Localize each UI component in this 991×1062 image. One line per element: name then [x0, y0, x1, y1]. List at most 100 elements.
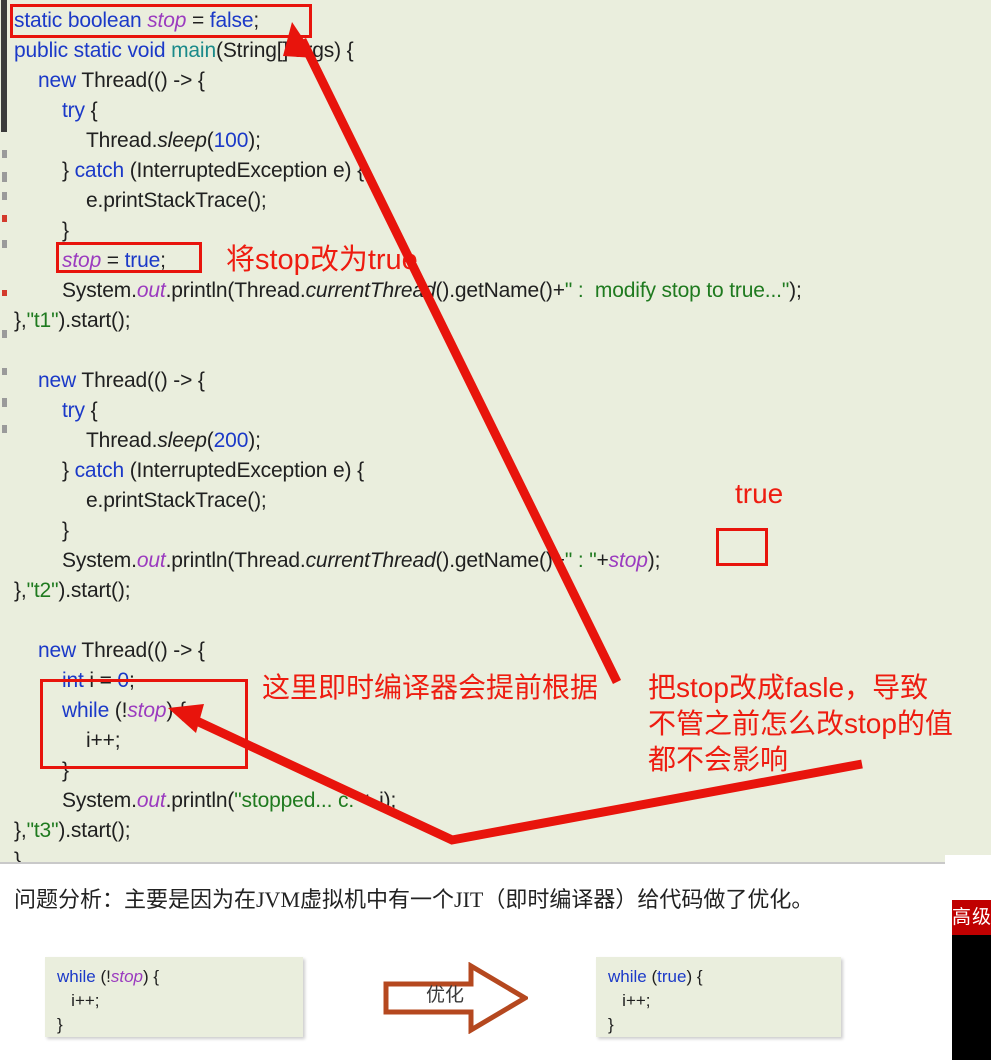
code-token: = — [186, 9, 210, 32]
minicode-before-optimization: while (!stop) { i++; } — [45, 957, 303, 1037]
code-token: { — [90, 99, 98, 122]
code-token: + i); — [361, 789, 397, 812]
code-token: out — [136, 279, 166, 302]
code-token: sleep — [157, 129, 207, 152]
code-line: stop = true; — [14, 246, 984, 276]
code-token: 100 — [213, 129, 249, 152]
code-token: ; — [128, 669, 135, 692]
editor-change-gutter — [0, 0, 9, 862]
code-token: ); — [789, 279, 802, 302]
code-editor-pane: static boolean stop = false; public stati… — [0, 0, 991, 862]
code-token: static — [14, 9, 68, 32]
code-token: ) { — [686, 967, 703, 986]
code-token: new — [38, 639, 82, 662]
code-token: new — [38, 369, 82, 392]
code-token: ) { — [143, 967, 160, 986]
code-token: currentThread — [305, 279, 436, 302]
code-token: System. — [62, 549, 137, 572]
analysis-sentence: 问题分析：主要是因为在JVM虚拟机中有一个JIT（即时编译器）给代码做了优化。 — [14, 887, 814, 912]
code-token: stop — [127, 699, 167, 722]
code-token: }, — [14, 819, 27, 842]
code-token: catch — [74, 159, 130, 182]
code-token: ) { — [166, 699, 186, 722]
code-token: (InterruptedException e) { — [129, 159, 364, 182]
annotation-modify-stop: 将stop改为true — [226, 244, 418, 276]
slide-root: static boolean stop = false; public stati… — [0, 0, 991, 1062]
code-line: try { — [14, 96, 984, 126]
code-line: },"t2").start(); — [14, 576, 984, 606]
code-token: public static void — [14, 39, 172, 62]
code-token: Thread(() -> { — [81, 639, 205, 662]
code-token: try — [62, 399, 91, 422]
code-line: e.printStackTrace(); — [14, 186, 984, 216]
code-token: ( — [206, 429, 214, 452]
minicode-after-optimization: while (true) { i++; } — [596, 957, 841, 1037]
code-line: } — [14, 846, 984, 862]
code-token: ).start(); — [58, 819, 131, 842]
code-token: i++; } — [57, 991, 100, 1034]
code-line: } — [14, 516, 984, 546]
code-token: Thread. — [86, 429, 158, 452]
code-token: e.printStackTrace(); — [86, 189, 267, 212]
code-token: while — [608, 967, 652, 986]
code-token: ; — [253, 9, 260, 32]
code-token: stop — [608, 549, 648, 572]
code-token: stop — [62, 249, 102, 272]
code-line: new Thread(() -> { — [14, 366, 984, 396]
code-line: },"t3").start(); — [14, 816, 984, 846]
code-line: System.out.println(Thread.currentThread(… — [14, 546, 984, 576]
code-token: catch — [74, 459, 130, 482]
code-token: } — [62, 219, 69, 242]
code-token: " : modify stop to true..." — [564, 279, 790, 302]
code-token: Thread(() -> { — [81, 369, 205, 392]
code-line: static boolean stop = false; — [14, 6, 984, 36]
code-token: stop — [147, 9, 187, 32]
code-token: ( — [206, 129, 214, 152]
annotation-jit-note: 这里即时编译器会提前根据 — [262, 672, 599, 703]
code-token: } — [62, 519, 69, 542]
code-line: } — [14, 216, 984, 246]
code-line: new Thread(() -> { — [14, 66, 984, 96]
code-token: ); — [248, 429, 261, 452]
watermark-badge: 高级 — [952, 900, 991, 935]
annotation-fasle-note: 把stop改成fasle，导致 不管之前怎么改stop的值 都不会影响 — [648, 672, 953, 775]
code-token: "stopped... c:" — [234, 789, 362, 812]
watermark-black-block — [952, 935, 991, 1060]
code-token: }, — [14, 309, 27, 332]
code-token: out — [136, 549, 166, 572]
code-token: false — [209, 9, 254, 32]
code-token: stop — [110, 967, 143, 986]
optimization-arrow-label: 优化 — [425, 985, 464, 1006]
code-token: ; — [160, 249, 166, 272]
code-token: .println(Thread. — [165, 549, 306, 572]
code-token: ().getName()+ — [435, 279, 565, 302]
code-line: System.out.println("stopped... c:"+ i); — [14, 786, 984, 816]
code-token: Thread(() -> { — [81, 69, 205, 92]
code-token: System. — [62, 279, 137, 302]
code-line: Thread.sleep(200); — [14, 426, 984, 456]
code-token: (InterruptedException e) { — [129, 459, 364, 482]
code-token: } — [62, 759, 69, 782]
code-line: } catch (InterruptedException e) { — [14, 456, 984, 486]
code-token: int — [62, 669, 90, 692]
code-token: " : " — [564, 549, 597, 572]
code-token: currentThread — [305, 549, 436, 572]
code-token: sleep — [157, 429, 207, 452]
code-token: "t2" — [26, 579, 59, 602]
code-token: 0 — [117, 669, 129, 692]
code-token: } — [62, 159, 75, 182]
code-token: Thread. — [86, 129, 158, 152]
code-token: i++; — [86, 729, 121, 752]
code-token: System. — [62, 789, 137, 812]
code-line: new Thread(() -> { — [14, 636, 984, 666]
code-token: .println(Thread. — [165, 279, 306, 302]
code-token: while — [62, 699, 115, 722]
code-token: "t3" — [26, 819, 59, 842]
code-token: i++; } — [608, 991, 651, 1034]
code-token: ); — [647, 549, 661, 572]
code-token: ).start(); — [58, 579, 131, 602]
code-token: ().getName()+ — [435, 549, 565, 572]
code-token: .println( — [165, 789, 235, 812]
code-line: System.out.println(Thread.currentThread(… — [14, 276, 984, 306]
